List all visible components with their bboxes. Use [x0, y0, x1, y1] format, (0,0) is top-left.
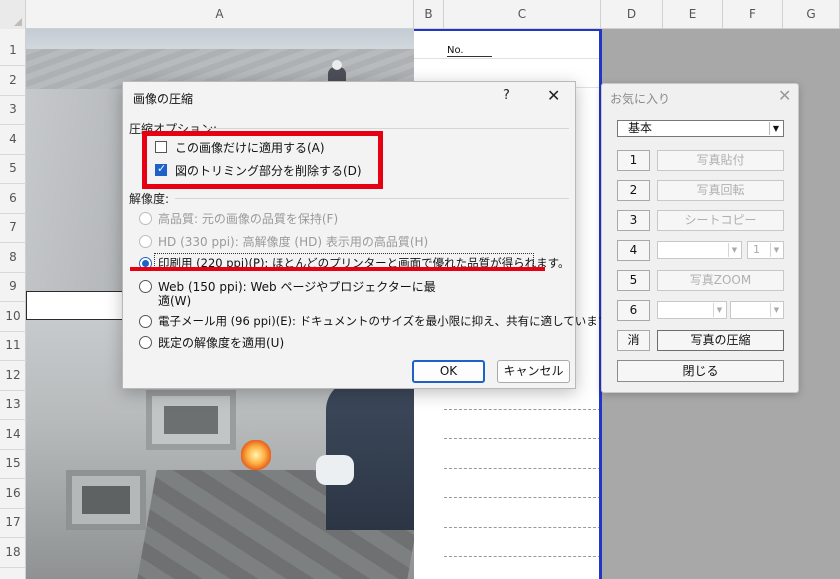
row-header[interactable]: 12 — [0, 361, 26, 391]
row-header[interactable]: 13 — [0, 390, 26, 420]
column-header-f[interactable]: F — [723, 0, 783, 29]
radio-high-quality[interactable] — [139, 212, 152, 225]
ok-button[interactable]: OK — [412, 360, 485, 383]
column-header-b[interactable]: B — [414, 0, 444, 29]
slot-5-button[interactable]: 5 — [617, 270, 650, 291]
compress-pictures-dialog: 画像の圧縮 ? ✕ 圧縮オプション: この画像だけに適用する(A) 図のトリミン… — [122, 81, 620, 389]
dashed-line — [444, 556, 601, 557]
erase-button[interactable]: 消 — [617, 330, 650, 351]
dashed-line — [444, 409, 601, 410]
slot-2-button[interactable]: 2 — [617, 180, 650, 201]
row-header[interactable]: 17 — [0, 508, 26, 538]
row-header[interactable]: 2 — [0, 66, 26, 96]
highlight-underline — [130, 267, 545, 271]
close-icon[interactable]: ✕ — [547, 86, 560, 105]
row4-dropdown[interactable]: ▼ — [657, 241, 742, 259]
row4-small-value: 1 — [753, 243, 760, 256]
preset-value: 基本 — [628, 121, 653, 135]
row-header[interactable]: 15 — [0, 449, 26, 479]
column-header-d[interactable]: D — [601, 0, 663, 29]
radio-email-label[interactable]: 電子メール用 (96 ppi)(E): ドキュメントのサイズを最小限に抑え、共有… — [158, 313, 620, 329]
chevron-down-icon[interactable]: ▼ — [770, 303, 782, 317]
close-icon[interactable]: ✕ — [778, 86, 791, 105]
cancel-button[interactable]: キャンセル — [497, 360, 570, 383]
column-header-c[interactable]: C — [444, 0, 601, 29]
radio-web-label-wrap[interactable]: 適(W) — [158, 292, 191, 309]
highlight-box — [142, 131, 383, 189]
row-headers: 1 2 3 4 5 6 7 8 9 10 11 12 13 14 15 16 1… — [0, 29, 26, 579]
slot-4-button[interactable]: 4 — [617, 240, 650, 261]
column-header-a[interactable]: A — [26, 0, 414, 29]
resolution-label: 解像度: — [129, 192, 170, 206]
column-header-e[interactable]: E — [663, 0, 723, 29]
photo-pipe — [66, 470, 146, 530]
dashed-line — [444, 497, 601, 498]
photo-zoom-button[interactable]: 写真ZOOM — [657, 270, 784, 291]
close-panel-button[interactable]: 閉じる — [617, 360, 784, 382]
column-header-g[interactable]: G — [783, 0, 840, 29]
dialog-title: 画像の圧縮 — [133, 92, 194, 106]
slot-3-button[interactable]: 3 — [617, 210, 650, 231]
radio-high-quality-label[interactable]: 高品質: 元の画像の品質を保持(F) — [158, 210, 338, 227]
dashed-line — [444, 527, 601, 528]
slot-1-button[interactable]: 1 — [617, 150, 650, 171]
paste-photo-button[interactable]: 写真貼付 — [657, 150, 784, 171]
chevron-down-icon[interactable]: ▼ — [713, 303, 725, 317]
divider — [207, 128, 569, 129]
compress-photo-button[interactable]: 写真の圧縮 — [657, 330, 784, 351]
slot-6-button[interactable]: 6 — [617, 300, 650, 321]
photo-torch-flame — [241, 440, 271, 470]
radio-hd[interactable] — [139, 235, 152, 248]
print-area-border — [414, 29, 601, 31]
row6-dropdown-left[interactable]: ▼ — [657, 301, 727, 319]
row-header[interactable]: 4 — [0, 125, 26, 155]
row4-small-dropdown[interactable]: 1 ▼ — [747, 241, 784, 259]
favorites-title: お気に入り — [610, 92, 671, 106]
chevron-down-icon[interactable]: ▼ — [770, 243, 782, 257]
radio-default-label[interactable]: 既定の解像度を適用(U) — [158, 334, 284, 351]
row-header[interactable]: 7 — [0, 213, 26, 243]
radio-default[interactable] — [139, 336, 152, 349]
row-header[interactable]: 14 — [0, 420, 26, 450]
row-header[interactable]: 11 — [0, 331, 26, 361]
row-header[interactable]: 1 — [0, 36, 26, 66]
row-header[interactable]: 10 — [0, 302, 26, 332]
chevron-down-icon[interactable]: ▼ — [728, 243, 740, 257]
rotate-photo-button[interactable]: 写真回転 — [657, 180, 784, 201]
radio-hd-label[interactable]: HD (330 ppi): 高解像度 (HD) 表示用の高品質(H) — [158, 233, 428, 250]
row-header[interactable]: 5 — [0, 154, 26, 184]
preset-select[interactable]: 基本 ▼ — [617, 120, 784, 137]
row-header[interactable]: 16 — [0, 479, 26, 509]
cell-c1-number-label: No. — [447, 45, 492, 57]
copy-sheet-button[interactable]: シートコピー — [657, 210, 784, 231]
row6-dropdown-right[interactable]: ▼ — [730, 301, 784, 319]
column-headers: A B C D E F G — [0, 0, 840, 29]
help-icon[interactable]: ? — [503, 88, 510, 103]
select-all-corner[interactable] — [0, 0, 26, 29]
radio-web-label[interactable]: Web (150 ppi): Web ページやプロジェクターに最 — [158, 278, 436, 295]
grid-line — [414, 58, 601, 59]
row-header[interactable]: 8 — [0, 243, 26, 273]
dashed-line — [444, 438, 601, 439]
photo-pipe — [146, 390, 236, 450]
divider — [175, 198, 569, 199]
row-header[interactable]: 9 — [0, 272, 26, 302]
photo-glove — [316, 455, 354, 485]
chevron-down-icon[interactable]: ▼ — [769, 122, 782, 135]
dashed-line — [444, 468, 601, 469]
row-header[interactable]: 18 — [0, 538, 26, 568]
radio-email[interactable] — [139, 315, 152, 328]
row-header[interactable]: 3 — [0, 95, 26, 125]
radio-web[interactable] — [139, 280, 152, 293]
favorites-panel: お気に入り ✕ 基本 ▼ 1 写真貼付 2 写真回転 3 シートコピー 4 ▼ … — [601, 83, 799, 393]
row-header[interactable]: 6 — [0, 184, 26, 214]
